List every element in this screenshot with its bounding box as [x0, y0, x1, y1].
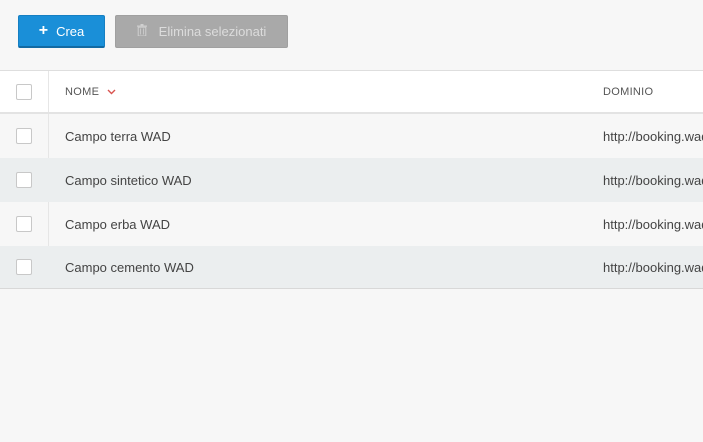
toolbar: + Crea Elimina selezionati [0, 0, 703, 70]
data-table: NOME DOMINIO Campo terra WAD http://book… [0, 70, 703, 289]
column-header-domain[interactable]: DOMINIO [603, 71, 703, 112]
row-checkbox[interactable] [16, 259, 32, 275]
delete-button-label: Elimina selezionati [158, 24, 267, 39]
row-checkbox[interactable] [16, 172, 32, 188]
row-name: Campo terra WAD [65, 128, 171, 144]
row-checkbox[interactable] [16, 128, 32, 144]
table-row[interactable]: Campo sintetico WAD http://booking.wad [0, 158, 703, 202]
column-header-name[interactable]: NOME [65, 71, 116, 112]
row-name: Campo erba WAD [65, 216, 170, 232]
select-all-cell [0, 71, 49, 112]
row-domain: http://booking.wad [603, 216, 703, 232]
create-button-label: Crea [56, 23, 85, 39]
row-name: Campo sintetico WAD [65, 172, 192, 188]
row-domain: http://booking.wad [603, 259, 703, 275]
column-header-name-label: NOME [65, 85, 100, 98]
row-select-cell [0, 202, 49, 246]
plus-icon: + [38, 22, 49, 39]
row-select-cell [0, 158, 49, 202]
table-row[interactable]: Campo erba WAD http://booking.wad [0, 202, 703, 246]
delete-selected-button: Elimina selezionati [115, 15, 288, 48]
table-row[interactable]: Campo terra WAD http://booking.wad [0, 114, 703, 158]
row-domain: http://booking.wad [603, 128, 703, 144]
column-header-domain-label: DOMINIO [603, 85, 654, 98]
row-checkbox[interactable] [16, 216, 32, 232]
chevron-down-icon [107, 86, 116, 98]
select-all-checkbox[interactable] [16, 83, 32, 100]
row-domain: http://booking.wad [603, 172, 703, 188]
table-header: NOME DOMINIO [0, 71, 703, 114]
row-select-cell [0, 246, 49, 288]
trash-icon [136, 24, 147, 39]
table-row[interactable]: Campo cemento WAD http://booking.wad [0, 246, 703, 289]
row-select-cell [0, 114, 49, 158]
row-name: Campo cemento WAD [65, 259, 194, 275]
create-button[interactable]: + Crea [18, 15, 105, 48]
